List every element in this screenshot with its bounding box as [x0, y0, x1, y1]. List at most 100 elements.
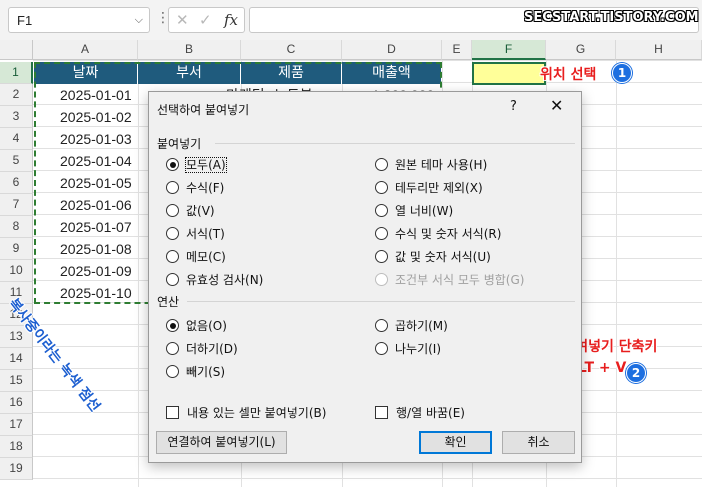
column-header-a[interactable]: A: [33, 40, 138, 60]
paste-link-button[interactable]: 연결하여 붙여넣기(L): [156, 431, 287, 454]
watermark: SECSTART.TISTORY.COM: [524, 10, 699, 25]
option-source-theme[interactable]: 원본 테마 사용(H): [375, 156, 487, 173]
column-header-h[interactable]: H: [616, 40, 702, 60]
operation-group-divider: [187, 301, 575, 302]
option-column-widths[interactable]: 열 너비(W): [375, 202, 453, 219]
row-header-4[interactable]: 4: [0, 128, 33, 150]
ok-button[interactable]: 확인: [419, 431, 492, 454]
cell-a5[interactable]: 2025-01-04: [60, 150, 132, 172]
name-box[interactable]: F1 ⌵: [8, 7, 150, 33]
radio-icon: [375, 181, 388, 194]
formula-buttons: ✕ ✓ fx: [168, 7, 245, 33]
radio-icon: [166, 250, 179, 263]
cancel-icon[interactable]: ✕: [176, 11, 189, 29]
table-header-date: 날짜: [34, 62, 138, 84]
option-paste-validation[interactable]: 유효성 검사(N): [166, 271, 263, 288]
column-gridline: [138, 60, 139, 487]
radio-icon: [166, 273, 179, 286]
select-all-corner[interactable]: [0, 40, 33, 60]
checkbox-transpose[interactable]: 행/열 바꿈(E): [375, 404, 465, 421]
column-gridline: [616, 60, 617, 487]
option-paste-comments[interactable]: 메모(C): [166, 248, 226, 265]
radio-icon: [375, 158, 388, 171]
row-header-6[interactable]: 6: [0, 172, 33, 194]
radio-icon: [166, 181, 179, 194]
function-icon[interactable]: fx: [224, 11, 238, 29]
radio-icon: [166, 158, 179, 171]
option-op-none[interactable]: 없음(O): [166, 317, 227, 334]
row-header-18[interactable]: 18: [0, 436, 33, 458]
help-icon[interactable]: ?: [510, 99, 517, 114]
row-header-10[interactable]: 10: [0, 260, 33, 282]
option-formulas-number-formats[interactable]: 수식 및 숫자 서식(R): [375, 225, 501, 242]
badge-2: 2: [626, 363, 646, 383]
option-paste-values[interactable]: 값(V): [166, 202, 215, 219]
row-header-17[interactable]: 17: [0, 414, 33, 436]
row-header-15[interactable]: 15: [0, 370, 33, 392]
row-header-1[interactable]: 1: [0, 62, 33, 84]
radio-icon: [375, 204, 388, 217]
column-header-b[interactable]: B: [138, 40, 241, 60]
option-values-number-formats[interactable]: 값 및 숫자 서식(U): [375, 248, 491, 265]
column-header-e[interactable]: E: [442, 40, 472, 60]
radio-icon: [166, 342, 179, 355]
cell-a3[interactable]: 2025-01-02: [60, 106, 132, 128]
cell-a6[interactable]: 2025-01-05: [60, 172, 132, 194]
checkbox-skip-blanks[interactable]: 내용 있는 셀만 붙여넣기(B): [166, 404, 326, 421]
row-header-2[interactable]: 2: [0, 84, 33, 106]
row-header-19[interactable]: 19: [0, 458, 33, 480]
selected-cell-f1[interactable]: [472, 62, 546, 85]
column-header-c[interactable]: C: [241, 40, 342, 60]
close-icon[interactable]: ✕: [550, 96, 563, 115]
table-header-product: 제품: [241, 62, 342, 84]
row-header-7[interactable]: 7: [0, 194, 33, 216]
cell-a11[interactable]: 2025-01-10: [60, 282, 132, 304]
radio-icon: [375, 342, 388, 355]
option-op-subtract[interactable]: 빼기(S): [166, 363, 225, 380]
option-merge-conditional-formats: 조건부 서식 모두 병합(G): [375, 271, 524, 288]
operation-group-label: 연산: [157, 295, 180, 309]
enter-icon[interactable]: ✓: [199, 11, 212, 29]
option-except-borders[interactable]: 테두리만 제외(X): [375, 179, 483, 196]
radio-icon: [375, 273, 388, 286]
paste-special-dialog: 선택하여 붙여넣기 ? ✕ 붙여넣기 모두(A) 수식(F) 값(V) 서식(T…: [148, 91, 582, 463]
radio-icon: [166, 365, 179, 378]
dialog-title: 선택하여 붙여넣기: [157, 103, 250, 117]
cell-a4[interactable]: 2025-01-03: [60, 128, 132, 150]
annotation-position: 위치 선택: [540, 67, 597, 83]
cell-a7[interactable]: 2025-01-06: [60, 194, 132, 216]
cell-a9[interactable]: 2025-01-08: [60, 238, 132, 260]
row-header-8[interactable]: 8: [0, 216, 33, 238]
column-header-f[interactable]: F: [472, 40, 546, 60]
row-header-5[interactable]: 5: [0, 150, 33, 172]
option-paste-all[interactable]: 모두(A): [166, 156, 227, 173]
radio-icon: [375, 250, 388, 263]
cancel-button[interactable]: 취소: [502, 431, 575, 454]
table-header-dept: 부서: [138, 62, 241, 84]
row-header-16[interactable]: 16: [0, 392, 33, 414]
cell-a2[interactable]: 2025-01-01: [60, 84, 132, 106]
cell-a10[interactable]: 2025-01-09: [60, 260, 132, 282]
radio-icon: [166, 319, 179, 332]
row-header-14[interactable]: 14: [0, 348, 33, 370]
cell-a8[interactable]: 2025-01-07: [60, 216, 132, 238]
column-header-g[interactable]: G: [546, 40, 616, 60]
chevron-down-icon[interactable]: ⌵: [135, 13, 143, 27]
option-op-multiply[interactable]: 곱하기(M): [375, 317, 448, 334]
option-paste-formats[interactable]: 서식(T): [166, 225, 225, 242]
radio-icon: [375, 227, 388, 240]
paste-group-divider: [215, 143, 575, 144]
option-op-add[interactable]: 더하기(D): [166, 340, 238, 357]
column-header-d[interactable]: D: [342, 40, 442, 60]
checkbox-icon: [166, 406, 179, 419]
paste-group-label: 붙여넣기: [157, 137, 202, 151]
radio-icon: [166, 227, 179, 240]
row-header-3[interactable]: 3: [0, 106, 33, 128]
option-paste-formulas[interactable]: 수식(F): [166, 179, 224, 196]
formula-bar: F1 ⌵ ⋮ ✕ ✓ fx SECSTART.TISTORY.COM: [0, 0, 702, 40]
row-header-9[interactable]: 9: [0, 238, 33, 260]
option-op-divide[interactable]: 나누기(I): [375, 340, 441, 357]
name-box-value: F1: [17, 13, 33, 28]
checkbox-icon: [375, 406, 388, 419]
table-header-sales: 매출액: [342, 62, 442, 84]
